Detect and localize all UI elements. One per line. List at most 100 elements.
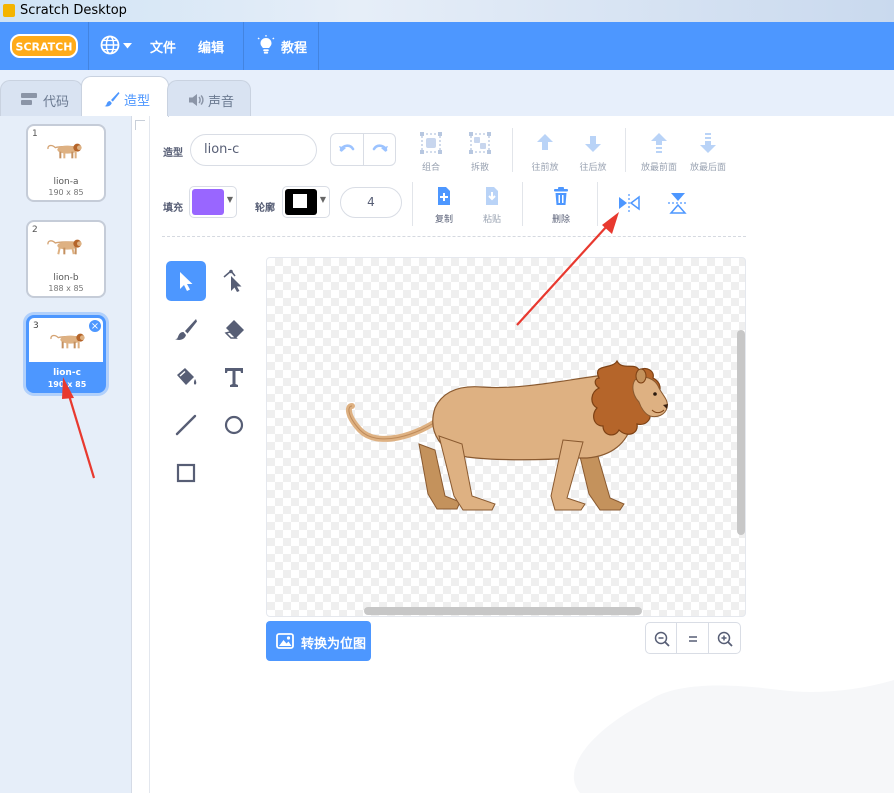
chevron-down-icon: ▼ <box>226 195 233 204</box>
menu-file[interactable]: 文件 <box>150 37 176 56</box>
tab-sounds-label: 声音 <box>208 95 235 110</box>
flip-vertical-button[interactable] <box>667 191 689 217</box>
brush-tool[interactable] <box>166 309 206 349</box>
lion-costume-drawing <box>345 359 668 511</box>
menu-edit[interactable]: 编辑 <box>198 37 224 56</box>
arrow-down-icon <box>585 136 601 152</box>
paint-bucket-icon <box>177 368 197 385</box>
tab-code[interactable]: 代码 <box>0 80 83 116</box>
outline-width-input[interactable]: 4 <box>340 187 402 218</box>
forward-button[interactable]: 往前放 <box>527 132 563 173</box>
menu-tutorials[interactable]: 教程 <box>257 35 307 59</box>
menu-bar: SCRATCH 文件 编辑 教程 <box>0 22 894 70</box>
costume-size: 190 x 85 <box>47 380 87 389</box>
convert-to-bitmap-label: 转换为位图 <box>301 637 367 652</box>
costume-list <box>0 116 132 793</box>
delete-label: 删除 <box>551 215 570 225</box>
costume-item-selected[interactable]: 3 × lion-c 190 x 85 <box>26 315 106 393</box>
rectangle-tool[interactable] <box>166 453 206 493</box>
costume-item[interactable]: 1 lion-a 190 x 85 <box>26 124 106 202</box>
text-icon <box>225 368 243 387</box>
paste-icon <box>486 187 498 205</box>
arrow-bottom-icon <box>700 133 716 153</box>
group-button[interactable]: 组合 <box>413 132 449 173</box>
tab-code-label: 代码 <box>43 95 70 110</box>
copy-label: 复制 <box>434 215 453 225</box>
toolbar-separator <box>597 182 598 226</box>
canvas-horizontal-scrollbar[interactable] <box>364 607 642 615</box>
tab-costumes[interactable]: 造型 <box>81 76 169 117</box>
costume-size: 190 x 85 <box>48 188 84 197</box>
outline-swatch-inner <box>293 194 307 208</box>
delete-costume-icon[interactable]: × <box>88 319 102 333</box>
costume-number: 1 <box>32 129 38 139</box>
code-icon <box>21 93 37 105</box>
brush-icon <box>104 92 120 107</box>
menu-separator <box>318 22 319 70</box>
fill-tool[interactable] <box>166 357 206 397</box>
watermark-shape <box>573 680 894 793</box>
app-icon <box>3 4 15 17</box>
line-tool[interactable] <box>166 405 206 445</box>
zoom-out-button[interactable] <box>645 622 677 654</box>
reshape-tool[interactable] <box>214 261 254 301</box>
convert-to-bitmap-button[interactable]: 转换为位图 <box>266 621 371 661</box>
costume-name: lion-c <box>53 368 81 378</box>
undo-button[interactable] <box>331 134 363 165</box>
costume-name-label: 造型 <box>163 148 183 159</box>
svg-text:SCRATCH: SCRATCH <box>16 41 73 54</box>
costume-name-input[interactable]: lion-c <box>190 134 317 166</box>
ungroup-button[interactable]: 拆散 <box>462 132 498 173</box>
zoom-in-button[interactable] <box>709 622 741 654</box>
costume-item[interactable]: 2 lion-b 188 x 85 <box>26 220 106 298</box>
undo-redo-group <box>330 133 396 166</box>
menu-separator <box>243 22 244 70</box>
outline-color-picker[interactable]: ▼ <box>282 186 330 218</box>
select-tool[interactable] <box>166 261 206 301</box>
toolbar-separator <box>412 182 413 226</box>
tab-sounds[interactable]: 声音 <box>167 80 251 116</box>
scratch-logo[interactable]: SCRATCH <box>10 34 78 58</box>
group-icon <box>420 132 442 154</box>
delete-button[interactable]: 删除 <box>543 186 579 225</box>
flip-horizontal-icon <box>619 194 640 212</box>
paint-canvas[interactable] <box>266 257 746 617</box>
backward-button[interactable]: 往后放 <box>575 132 611 173</box>
zoom-in-icon <box>717 631 733 647</box>
bring-to-front-label: 放最前面 <box>641 163 678 173</box>
costume-list-scrollbar <box>132 116 150 793</box>
undo-icon <box>339 144 355 152</box>
eraser-tool[interactable] <box>214 309 254 349</box>
copy-icon <box>438 187 450 205</box>
flip-vertical-icon <box>668 193 688 214</box>
send-to-back-button[interactable]: 放最后面 <box>690 132 726 173</box>
text-tool[interactable] <box>214 357 254 397</box>
copy-button[interactable]: 复制 <box>426 186 462 225</box>
rectangle-icon <box>176 463 196 483</box>
redo-button[interactable] <box>364 134 396 165</box>
bring-to-front-button[interactable]: 放最前面 <box>641 132 677 173</box>
language-menu[interactable] <box>100 35 134 57</box>
cursor-icon <box>180 272 193 291</box>
chevron-down-icon: ▼ <box>319 195 326 204</box>
menu-separator <box>88 22 89 70</box>
costume-name: lion-a <box>53 177 79 187</box>
costume-number: 3 <box>33 321 39 331</box>
fill-color-picker[interactable]: ▼ <box>189 186 237 218</box>
circle-tool[interactable] <box>214 405 254 445</box>
flip-horizontal-button[interactable] <box>617 193 643 215</box>
zoom-reset-button[interactable] <box>677 622 709 654</box>
arrow-top-icon <box>651 133 667 153</box>
window-title: Scratch Desktop <box>20 3 127 18</box>
reshape-icon <box>223 269 242 292</box>
paste-button[interactable]: 粘贴 <box>474 186 510 225</box>
costume-size: 188 x 85 <box>48 284 84 293</box>
ungroup-icon <box>469 132 491 154</box>
canvas-vertical-scrollbar[interactable] <box>737 330 745 535</box>
toolbar-divider <box>162 236 746 237</box>
circle-icon <box>224 415 244 435</box>
toolbar-separator <box>522 182 523 226</box>
line-icon <box>175 414 197 436</box>
lightbulb-icon <box>257 35 275 54</box>
paintbrush-icon <box>175 319 197 340</box>
